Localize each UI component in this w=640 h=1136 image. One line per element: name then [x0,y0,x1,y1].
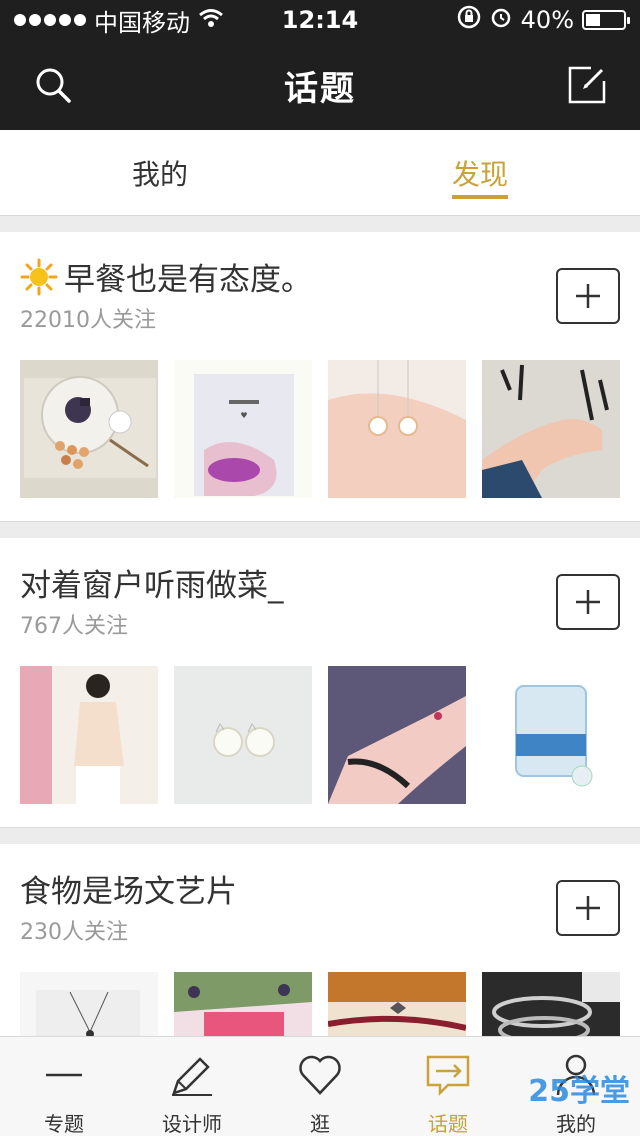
alarm-icon [489,5,513,35]
search-icon [36,68,71,103]
topic-title-text: 早餐也是有态度。 [64,262,312,298]
page-title: 话题 [284,68,356,109]
plus-icon [576,590,600,614]
search-button[interactable] [28,60,78,110]
thumbnail-image[interactable] [20,360,158,498]
battery-icon [582,10,630,30]
pencil-icon [166,1049,218,1100]
topic-thumbnails: ♥ [20,360,620,498]
svg-text:♥: ♥ [240,411,247,420]
tab-label: 话题 [428,1112,468,1136]
tab-label: 逛 [310,1112,330,1136]
chat-icon [422,1049,474,1100]
tab-discover[interactable]: 发现 [320,130,640,216]
screen: 中国移动 12:14 40% 话题 我的 发现 早餐也是有态度。 22010人关… [0,0,640,1136]
active-tab-indicator [452,195,508,199]
thumbnail-image[interactable] [328,666,466,804]
tab-label: 设计师 [162,1112,222,1136]
edit-icon [568,66,606,104]
thumbnail-image[interactable] [174,666,312,804]
battery-label: 40% [520,6,574,34]
follow-button[interactable] [556,268,620,324]
topic-title: 食物是场文艺片 [20,866,237,911]
topic-thumbnails [20,666,620,804]
follower-count: 230人关注 [20,920,128,945]
thumbnail-image[interactable] [482,666,620,804]
follower-count: 767人关注 [20,614,128,639]
thumbnail-image[interactable] [482,360,620,498]
follow-button[interactable] [556,574,620,630]
topic-title: 早餐也是有态度。 [20,254,312,299]
thumbnail-image[interactable] [20,666,158,804]
dash-icon [38,1049,90,1100]
topic-title-text: 对着窗户听雨做菜_ [20,568,284,604]
tab-mine[interactable]: 我的 [0,130,320,216]
time-label: 12:14 [281,6,359,34]
topic-title-text: 食物是场文艺片 [20,874,237,910]
tab-designer[interactable]: 设计师 [128,1037,256,1136]
tab-topics-special[interactable]: 专题 [0,1037,128,1136]
sun-icon [20,258,58,295]
follower-count: 22010人关注 [20,308,156,333]
tab-label: 专题 [44,1112,84,1136]
plus-icon [576,284,600,308]
topic-title: 对着窗户听雨做菜_ [20,560,284,605]
carrier-label: 中国移动 [94,8,190,37]
tab-browse[interactable]: 逛 [256,1037,384,1136]
nav-bar: 话题 [0,40,640,130]
compose-button[interactable] [562,60,612,110]
topic-card[interactable]: 早餐也是有态度。 22010人关注 ♥ [0,232,640,522]
status-bar: 中国移动 12:14 40% [0,0,640,40]
tab-topics[interactable]: 话题 [384,1037,512,1136]
signal-icon [14,14,86,26]
segment-tabs: 我的 发现 [0,130,640,216]
rotation-lock-icon [457,5,481,35]
wifi-icon [198,6,224,34]
plus-icon [576,896,600,920]
topic-card[interactable]: 对着窗户听雨做菜_ 767人关注 [0,538,640,828]
thumbnail-image[interactable]: ♥ [174,360,312,498]
follow-button[interactable] [556,880,620,936]
thumbnail-image[interactable] [328,360,466,498]
heart-icon [294,1049,346,1100]
watermark-logo: 25学堂 [528,1074,630,1109]
tab-label: 我的 [556,1112,596,1136]
